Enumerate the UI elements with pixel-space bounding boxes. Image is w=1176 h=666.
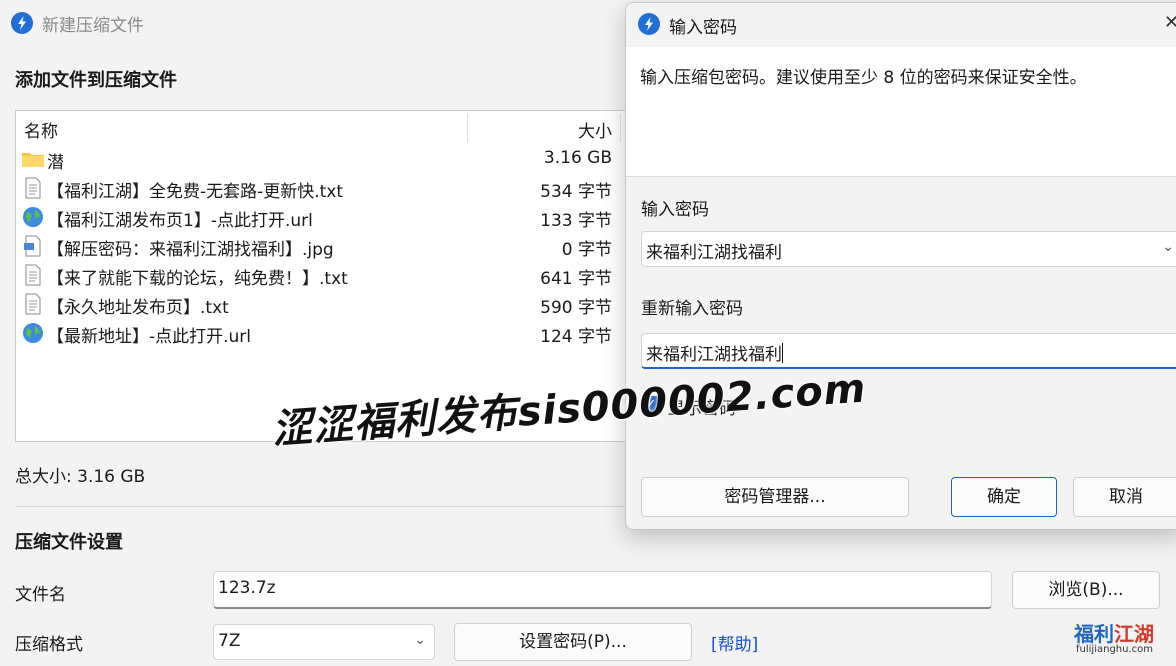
password-dialog: 输入密码 ✕ 输入压缩包密码。建议使用至少 8 位的密码来保证安全性。 输入密码… bbox=[625, 2, 1176, 530]
folder-icon bbox=[21, 148, 45, 170]
file-name: 【永久地址发布页】.txt bbox=[47, 298, 229, 318]
total-size-label: 总大小: 3.16 GB bbox=[15, 467, 146, 487]
column-header-name[interactable]: 名称 bbox=[24, 117, 58, 142]
corner-logo: 福利江湖 fulijianghu.com bbox=[1074, 618, 1170, 662]
logo-subtitle: fulijianghu.com bbox=[1076, 644, 1153, 655]
format-value: 7Z bbox=[218, 631, 241, 651]
list-item[interactable]: 【解压密码：来福利江湖找福利】.jpg 0 字节 bbox=[16, 232, 656, 261]
column-divider[interactable] bbox=[467, 114, 468, 142]
list-item[interactable]: 【福利江湖发布页1】-点此打开.url 133 字节 bbox=[16, 203, 656, 232]
archive-settings-heading: 压缩文件设置 bbox=[15, 532, 123, 553]
dialog-title: 输入密码 bbox=[669, 18, 737, 38]
app-lightning-icon bbox=[11, 12, 33, 34]
text-file-icon bbox=[21, 293, 45, 315]
file-name: 【最新地址】-点此打开.url bbox=[47, 327, 252, 347]
file-name: 【解压密码：来福利江湖找福利】.jpg bbox=[47, 240, 334, 260]
logo-title-blue: 福利 bbox=[1074, 622, 1114, 646]
browse-button[interactable]: 浏览(B)... bbox=[1012, 571, 1160, 609]
logo-title-red: 江湖 bbox=[1114, 622, 1154, 646]
cancel-button[interactable]: 取消 bbox=[1073, 477, 1176, 517]
filename-input[interactable]: 123.7z bbox=[213, 571, 992, 609]
close-icon[interactable]: ✕ bbox=[1164, 12, 1176, 33]
file-size: 534 字节 bbox=[540, 182, 612, 202]
filename-label: 文件名 bbox=[15, 585, 66, 605]
password-label: 输入密码 bbox=[641, 200, 709, 220]
text-caret bbox=[782, 343, 783, 363]
file-size: 3.16 GB bbox=[543, 148, 612, 168]
chevron-down-icon: ⌄ bbox=[414, 632, 426, 648]
file-name: 【福利江湖发布页1】-点此打开.url bbox=[47, 211, 313, 231]
list-header: 名称 大小 bbox=[16, 111, 656, 145]
column-header-size[interactable]: 大小 bbox=[536, 117, 612, 142]
file-name: 潜 bbox=[47, 153, 64, 173]
file-name: 【福利江湖】全免费-无套路-更新快.txt bbox=[47, 182, 344, 202]
text-file-icon bbox=[21, 264, 45, 286]
list-item[interactable]: 【最新地址】-点此打开.url 124 字节 bbox=[16, 319, 656, 348]
file-size: 0 字节 bbox=[561, 240, 612, 260]
dialog-description: 输入压缩包密码。建议使用至少 8 位的密码来保证安全性。 bbox=[640, 68, 1087, 88]
logo-title: 福利江湖 bbox=[1074, 618, 1154, 647]
reenter-password-label: 重新输入密码 bbox=[641, 299, 743, 319]
format-label: 压缩格式 bbox=[15, 635, 83, 655]
globe-icon bbox=[21, 206, 45, 228]
reenter-password-field[interactable]: 来福利江湖找福利 bbox=[641, 333, 1176, 369]
image-file-icon bbox=[21, 235, 45, 257]
add-files-heading: 添加文件到压缩文件 bbox=[15, 70, 177, 91]
file-name: 【来了就能下载的论坛，纯免费！】.txt bbox=[47, 269, 348, 289]
list-item[interactable]: 【来了就能下载的论坛，纯免费！】.txt 641 字节 bbox=[16, 261, 656, 290]
globe-icon bbox=[21, 322, 45, 344]
help-link[interactable]: [帮助] bbox=[711, 630, 758, 655]
format-select[interactable]: 7Z ⌄ bbox=[213, 624, 435, 660]
text-file-icon bbox=[21, 177, 45, 199]
set-password-button[interactable]: 设置密码(P)... bbox=[454, 623, 692, 661]
chevron-down-icon[interactable]: ⌄ bbox=[1162, 239, 1174, 255]
list-item[interactable]: 【福利江湖】全免费-无套路-更新快.txt 534 字节 bbox=[16, 174, 656, 203]
file-size: 133 字节 bbox=[540, 211, 612, 231]
file-size: 124 字节 bbox=[540, 327, 612, 347]
file-size: 590 字节 bbox=[540, 298, 612, 318]
column-divider[interactable] bbox=[620, 114, 621, 142]
password-value: 来福利江湖找福利 bbox=[646, 243, 782, 263]
file-size: 641 字节 bbox=[540, 269, 612, 289]
ok-button[interactable]: 确定 bbox=[951, 477, 1057, 517]
password-field[interactable]: 来福利江湖找福利 ⌄ bbox=[641, 231, 1176, 267]
app-lightning-icon bbox=[638, 13, 660, 35]
password-manager-button[interactable]: 密码管理器... bbox=[641, 477, 909, 517]
list-item[interactable]: 潜 3.16 GB bbox=[16, 145, 656, 174]
list-item[interactable]: 【永久地址发布页】.txt 590 字节 bbox=[16, 290, 656, 319]
dialog-titlebar: 输入密码 ✕ bbox=[626, 3, 1176, 47]
window-title: 新建压缩文件 bbox=[42, 16, 144, 36]
